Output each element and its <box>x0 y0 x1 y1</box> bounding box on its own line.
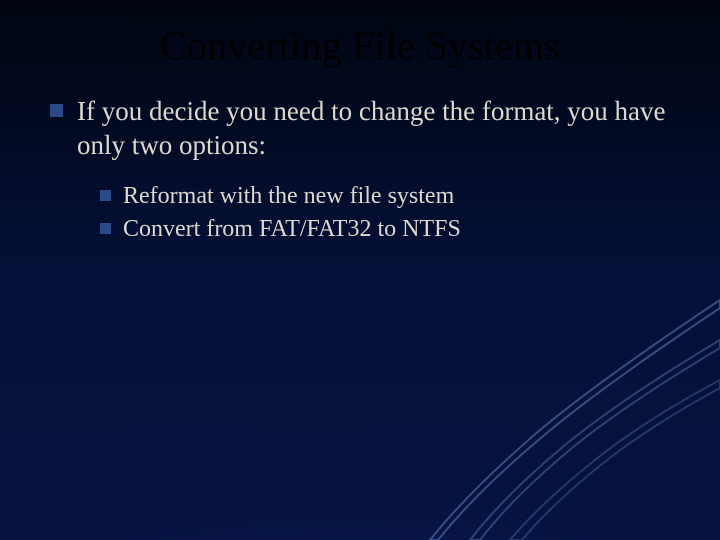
square-bullet-icon <box>100 223 111 234</box>
bullet-text: If you decide you need to change the for… <box>77 95 674 163</box>
bullet-text: Convert from FAT/FAT32 to NTFS <box>123 214 461 245</box>
slide-title: Converting File Systems <box>46 22 674 69</box>
slide-container: Converting File Systems If you decide yo… <box>0 0 720 540</box>
square-bullet-icon <box>50 104 63 117</box>
bullet-level2: Reformat with the new file system <box>100 181 674 212</box>
bullet-level2: Convert from FAT/FAT32 to NTFS <box>100 214 674 245</box>
bullet-level1: If you decide you need to change the for… <box>50 95 674 163</box>
bullet-text: Reformat with the new file system <box>123 181 454 212</box>
square-bullet-icon <box>100 190 111 201</box>
